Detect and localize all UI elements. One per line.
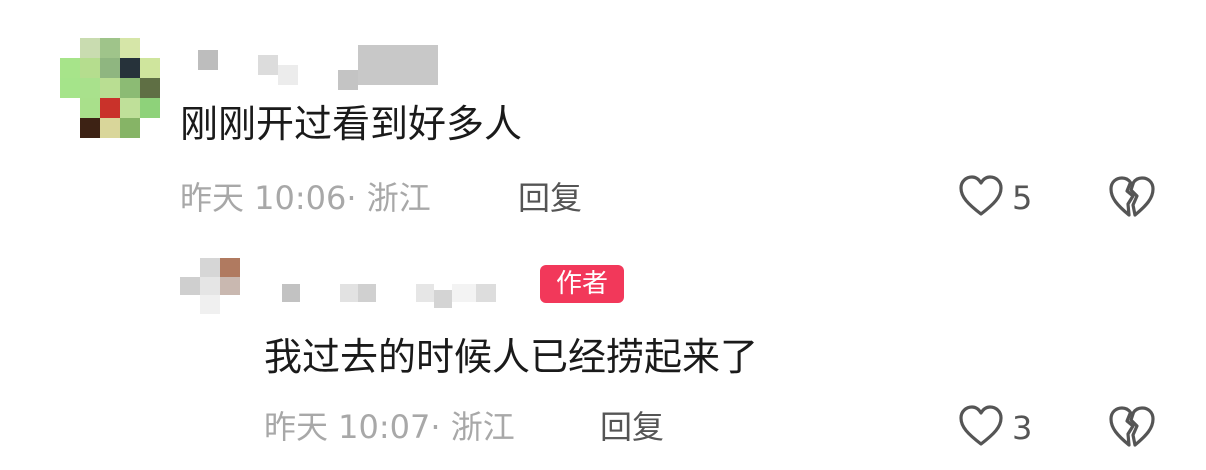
reply-time-location: 昨天 10:07· 浙江 bbox=[264, 408, 515, 446]
comment-thread: 刚刚开过看到好多人 昨天 10:06· 浙江 回复 5 作者 我过去的时候人已经… bbox=[0, 0, 1206, 470]
comment-text: 刚刚开过看到好多人 bbox=[180, 102, 523, 146]
reply-text: 我过去的时候人已经捞起来了 bbox=[264, 335, 759, 379]
heart-outline-icon bbox=[958, 174, 1004, 222]
username-blurred[interactable] bbox=[198, 40, 438, 90]
dislike-button[interactable] bbox=[1108, 174, 1156, 224]
reply-dislike-button[interactable] bbox=[1108, 404, 1156, 454]
comment-time-location: 昨天 10:06· 浙江 bbox=[180, 179, 431, 217]
reply-button[interactable]: 回复 bbox=[518, 182, 582, 214]
author-badge: 作者 bbox=[540, 265, 624, 303]
reply-reply-button[interactable]: 回复 bbox=[600, 411, 664, 443]
heart-outline-icon bbox=[958, 404, 1004, 452]
avatar[interactable] bbox=[60, 38, 160, 138]
broken-heart-icon bbox=[1108, 406, 1156, 454]
like-count: 5 bbox=[1012, 179, 1033, 217]
broken-heart-icon bbox=[1108, 176, 1156, 224]
reply-username-blurred[interactable] bbox=[282, 278, 496, 308]
reply-avatar[interactable] bbox=[180, 258, 240, 314]
reply-like-count: 3 bbox=[1012, 409, 1033, 447]
like-button[interactable]: 5 bbox=[958, 174, 1032, 222]
reply-like-button[interactable]: 3 bbox=[958, 404, 1032, 452]
